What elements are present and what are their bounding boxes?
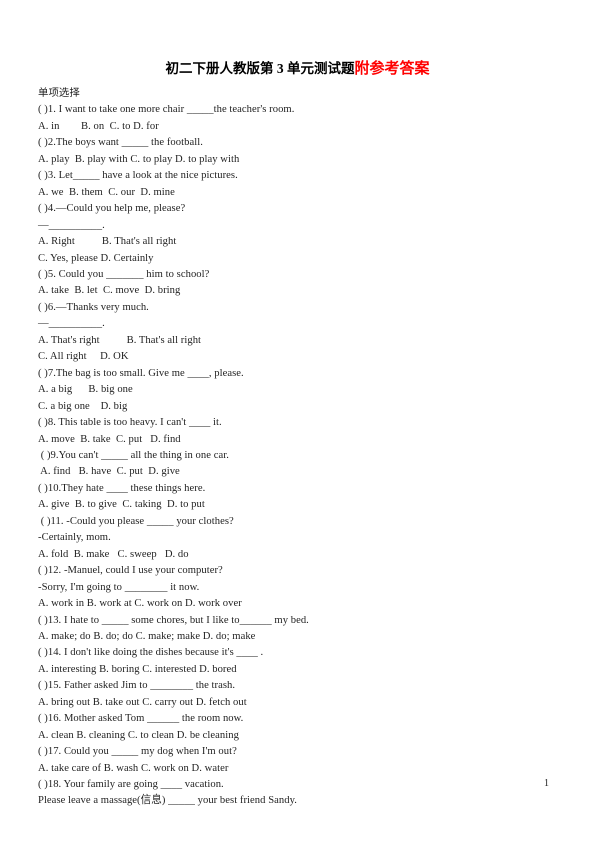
page-number: 1 <box>544 778 549 789</box>
question-line: ( )3. Let_____ have a look at the nice p… <box>38 170 238 182</box>
question-line: A. Right B. That's all right <box>38 236 177 248</box>
page-title-main: 初二下册人教版第 3 单元测试题 <box>165 61 355 76</box>
question-line: ( )5. Could you _______ him to school? <box>38 268 210 280</box>
question-line: ( )14. I don't like doing the dishes bec… <box>38 647 264 659</box>
question-line: A. a big B. big one <box>38 384 133 396</box>
question-line: A. clean B. cleaning C. to clean D. be c… <box>38 729 239 741</box>
question-line: A. fold B. make C. sweep D. do <box>38 548 189 560</box>
question-line: ( )4.—Could you help me, please? <box>38 203 186 215</box>
question-line: C. All right D. OK <box>38 351 129 363</box>
question-line: ( )6.—Thanks very much. <box>38 301 149 313</box>
question-line: A. we B. them C. our D. mine <box>38 186 175 198</box>
question-line: A. move B. take C. put D. find <box>38 433 181 445</box>
question-line: A. take B. let C. move D. bring <box>38 285 181 297</box>
question-line: ( )17. Could you _____ my dog when I'm o… <box>38 746 237 758</box>
question-line: A. bring out B. take out C. carry out D.… <box>38 696 247 708</box>
question-line: —__________. <box>38 219 105 231</box>
question-line: A. interesting B. boring C. interested D… <box>38 663 237 675</box>
question-line: ( )7.The bag is too small. Give me ____,… <box>38 367 244 379</box>
question-line: -Certainly, mom. <box>38 532 111 544</box>
question-line: A. That's right B. That's all right <box>38 334 202 346</box>
question-line: A. play B. play with C. to play D. to pl… <box>38 153 240 165</box>
question-line: -Sorry, I'm going to ________ it now. <box>38 581 200 593</box>
question-line: ( )9.You can't _____ all the thing in on… <box>38 449 229 461</box>
question-line: A. take care of B. wash C. work on D. wa… <box>38 762 229 774</box>
question-line: A. give B. to give C. taking D. to put <box>38 499 205 511</box>
question-line: ( )16. Mother asked Tom ______ the room … <box>38 713 244 725</box>
question-line: ( )15. Father asked Jim to ________ the … <box>38 680 236 692</box>
question-line: ( )10.They hate ____ these things here. <box>38 482 206 494</box>
question-line: —__________. <box>38 318 105 330</box>
question-line: A. work in B. work at C. work on D. work… <box>38 598 242 610</box>
page-title-accent: 附参考答案 <box>354 61 430 77</box>
question-line: ( )12. -Manuel, could I use your compute… <box>38 565 223 577</box>
page-title: 初二下册人教版第 3 单元测试题附参考答案 <box>0 60 595 78</box>
question-line: ( )13. I hate to _____ some chores, but … <box>38 614 309 626</box>
question-line: A. find B. have C. put D. give <box>38 466 180 478</box>
question-line: C. Yes, please D. Certainly <box>38 252 154 264</box>
question-line: ( )8. This table is too heavy. I can't _… <box>38 417 222 429</box>
question-line: A. make; do B. do; do C. make; make D. d… <box>38 630 256 642</box>
section-heading: 单项选择 <box>38 88 80 99</box>
question-line: ( )2.The boys want _____ the football. <box>38 137 203 149</box>
question-line: C. a big one D. big <box>38 400 128 412</box>
question-line: ( )18. Your family are going ____ vacati… <box>38 779 224 791</box>
question-line: ( )11. -Could you please _____ your clot… <box>38 515 234 527</box>
question-line: ( )1. I want to take one more chair ____… <box>38 104 295 116</box>
document-page: 初二下册人教版第 3 单元测试题附参考答案 单项选择 ( )1. I want t… <box>0 0 595 842</box>
question-line: Please leave a massage(信息) _____ your be… <box>38 795 297 807</box>
question-line: A. in B. on C. to D. for <box>38 120 159 132</box>
question-list: 单项选择 ( )1. I want to take one more chair … <box>38 86 338 810</box>
